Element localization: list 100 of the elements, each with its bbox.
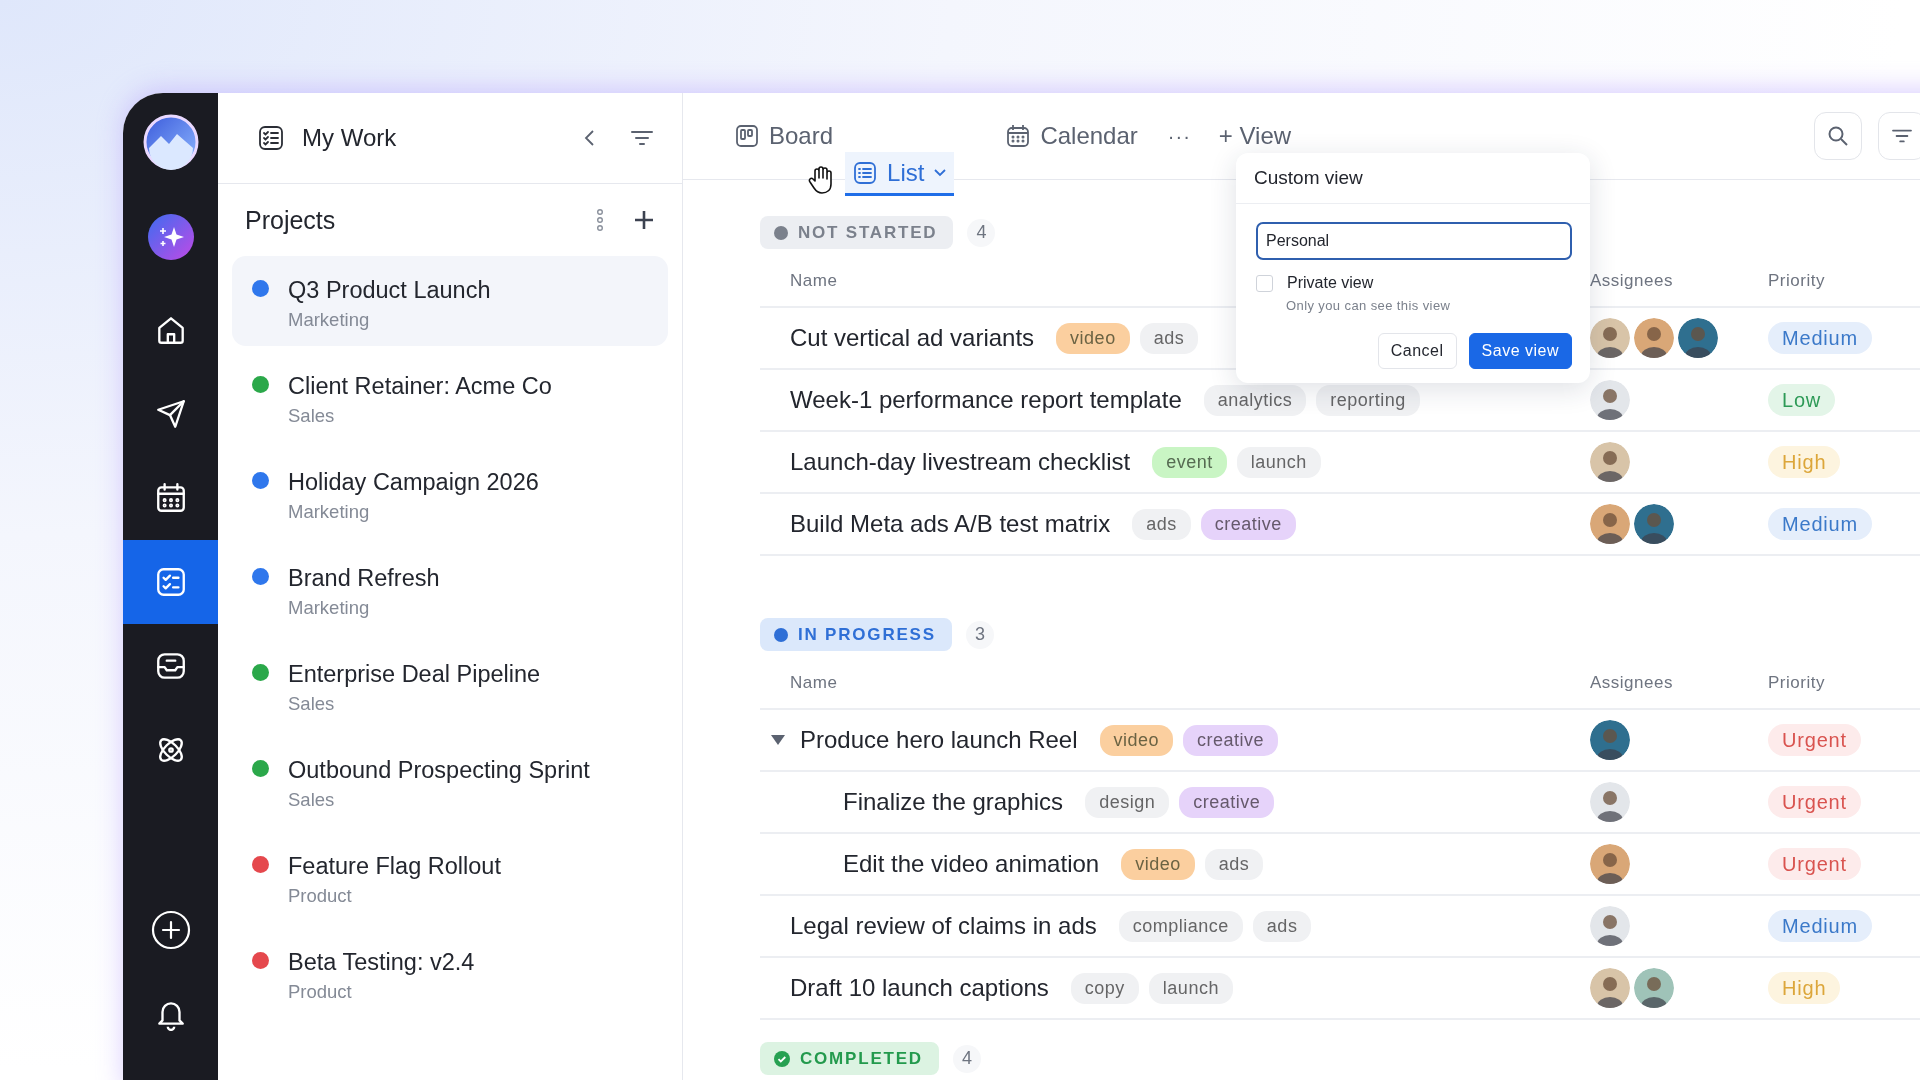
tag: creative (1179, 786, 1275, 818)
project-name: Client Retainer: Acme Co (288, 374, 552, 398)
filter-icon[interactable] (630, 128, 654, 148)
search-button[interactable] (1814, 112, 1862, 160)
project-item[interactable]: Client Retainer: Acme Co Sales (232, 352, 668, 442)
task-row[interactable]: Launch-day livestream checklist event launch High (760, 432, 1920, 494)
priority-label: Medium (1768, 507, 1872, 540)
task-row[interactable]: Draft 10 launch captions copy launch High (760, 958, 1920, 1020)
tag: reporting (1316, 384, 1420, 416)
priority-label: Urgent (1768, 785, 1861, 818)
sparkle-icon[interactable] (147, 214, 194, 260)
tag: analytics (1203, 384, 1307, 416)
task-name: Legal review of claims in ads (790, 912, 1097, 940)
add-view-button[interactable]: + View (1218, 122, 1292, 150)
calendar-icon (1006, 124, 1031, 148)
priority-label: Low (1768, 383, 1836, 416)
status-label: IN PROGRESS (760, 618, 952, 651)
project-team: Sales (288, 790, 336, 810)
tag: video (1099, 724, 1174, 756)
logo-icon[interactable] (142, 114, 199, 170)
project-item[interactable]: Enterprise Deal Pipeline Sales (232, 640, 668, 730)
project-name: Q3 Product Launch (288, 278, 491, 302)
tag: ads (1139, 322, 1199, 354)
task-name: Cut vertical ad variants (790, 324, 1035, 352)
private-checkbox[interactable] (1256, 274, 1273, 292)
hand-cursor-icon (808, 165, 834, 195)
task-name: Produce hero launch Reel (800, 726, 1078, 754)
project-item[interactable]: Holiday Campaign 2026 Marketing (232, 448, 668, 538)
tag: compliance (1118, 910, 1243, 942)
project-item[interactable]: Brand Refresh Marketing (232, 544, 668, 634)
search-icon (1827, 125, 1849, 147)
project-team: Marketing (288, 310, 371, 330)
project-team: Product (288, 982, 353, 1002)
plus-icon[interactable] (634, 210, 654, 230)
tag: launch (1236, 446, 1321, 478)
save-button[interactable]: Save view (1468, 333, 1572, 369)
checkbox-label: Private view (1287, 274, 1374, 292)
task-row[interactable]: Finalize the graphics design creative Urgent (760, 772, 1920, 834)
task-count: 3 (965, 620, 994, 649)
column-header: Assignees (1590, 270, 1673, 291)
project-item[interactable]: Outbound Prospecting Sprint Sales (232, 736, 668, 826)
expand-icon[interactable] (770, 734, 786, 746)
column-header: Priority (1768, 270, 1825, 291)
view-tab[interactable]: Board (735, 114, 842, 158)
project-team: Marketing (288, 502, 371, 522)
checklist-icon (258, 125, 284, 151)
chevron-down-icon (934, 168, 947, 177)
tag: creative (1200, 508, 1296, 540)
project-team: Product (288, 886, 353, 906)
tag: design (1085, 786, 1170, 818)
tag: ads (1204, 848, 1264, 880)
view-tab[interactable]: Calendar (998, 114, 1146, 158)
priority-label: Urgent (1768, 847, 1861, 880)
project-team: Sales (288, 694, 336, 714)
priority-label: Medium (1768, 909, 1872, 942)
more-icon[interactable] (596, 208, 604, 232)
task-name: Build Meta ads A/B test matrix (790, 510, 1111, 538)
project-item[interactable]: Q3 Product Launch Marketing (232, 256, 668, 346)
task-row[interactable]: Edit the video animation video ads Urgent (760, 834, 1920, 896)
project-team: Marketing (288, 598, 371, 618)
project-name: Feature Flag Rollout (288, 854, 501, 878)
project-item[interactable]: Beta Testing: v2.4 Product (232, 928, 668, 1018)
filter-icon (1891, 127, 1913, 145)
tag: video (1056, 322, 1130, 354)
priority-label: Medium (1768, 321, 1872, 354)
board-icon (735, 124, 759, 148)
priority-label: High (1768, 971, 1841, 1004)
task-name: Edit the video animation (843, 850, 1100, 878)
column-header: Name (790, 672, 838, 693)
hint-text: Only you can see this view (1286, 298, 1452, 313)
tag: copy (1070, 972, 1139, 1004)
project-name: Beta Testing: v2.4 (288, 950, 475, 974)
view-tab[interactable]: List (845, 152, 955, 196)
section-title: Projects (245, 205, 336, 235)
tag: launch (1148, 972, 1233, 1004)
view-name-field[interactable]: Personal (1256, 222, 1572, 260)
task-name: Launch-day livestream checklist (790, 448, 1131, 476)
task-row[interactable]: Build Meta ads A/B test matrix ads creative Medium (760, 494, 1920, 556)
plus-icon (150, 910, 191, 950)
project-name: Enterprise Deal Pipeline (288, 662, 541, 686)
priority-label: Urgent (1768, 723, 1861, 756)
task-count: 4 (967, 218, 996, 247)
task-name: Finalize the graphics (843, 788, 1064, 816)
task-row[interactable]: Produce hero launch Reel video creative Urgent (760, 710, 1920, 772)
cancel-button[interactable]: Cancel (1377, 333, 1457, 369)
status-label: COMPLETED (760, 1042, 939, 1075)
task-name: Week-1 performance report template (790, 386, 1182, 414)
priority-label: High (1768, 445, 1841, 478)
project-item[interactable]: Feature Flag Rollout Product (232, 832, 668, 922)
column-header: Name (790, 270, 838, 291)
task-row[interactable]: Legal review of claims in ads compliance ads Medium (760, 896, 1920, 958)
tag: event (1152, 446, 1227, 478)
project-name: Outbound Prospecting Sprint (288, 758, 590, 782)
more-views-button[interactable]: ··· (1167, 124, 1191, 148)
panel-title: My Work (302, 124, 397, 152)
status-label: NOT STARTED (760, 216, 954, 249)
popover-title: Custom view (1236, 153, 1590, 204)
project-name: Brand Refresh (288, 566, 440, 590)
task-count: 4 (952, 1044, 981, 1073)
tag: creative (1183, 724, 1279, 756)
